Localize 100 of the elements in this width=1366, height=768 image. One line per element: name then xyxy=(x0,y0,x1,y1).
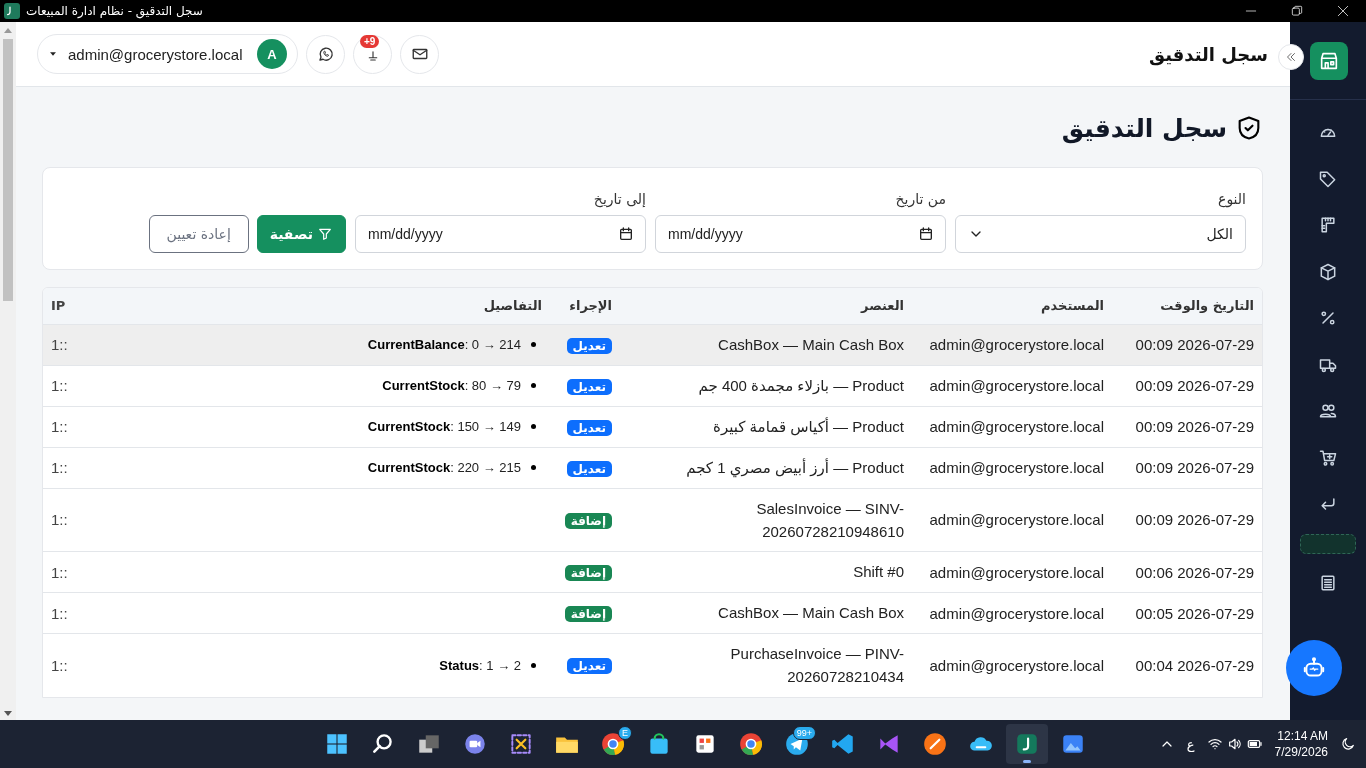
page-title: سجل التدقيق xyxy=(1148,43,1268,65)
table-cell: 1:: xyxy=(51,459,68,476)
action-badge: إضافة xyxy=(564,606,612,622)
video-chat-icon xyxy=(462,731,488,757)
chat-bubble-icon xyxy=(316,45,335,63)
mail-button[interactable] xyxy=(400,34,439,74)
action-badge: تعديل xyxy=(566,419,612,436)
clock-time[interactable]: 12:14 AM xyxy=(1277,728,1328,744)
windows-logo-icon xyxy=(324,731,350,757)
table-cell: 1:: xyxy=(51,563,68,581)
user-menu[interactable]: admin@grocerystore.local A xyxy=(37,34,298,74)
bullet-dot xyxy=(531,342,536,347)
bullet-dot xyxy=(531,424,536,429)
app-icon xyxy=(4,3,20,19)
table-cell: admin@grocerystore.local xyxy=(929,604,1104,622)
table-cell: 00:09 2026-07-29 xyxy=(1135,418,1254,435)
language-indicator[interactable]: ع xyxy=(1186,736,1195,752)
date-field[interactable]: mm/dd/yyyy xyxy=(355,215,646,253)
table-cell: admin@grocerystore.local xyxy=(929,656,1104,674)
action-badge: إضافة xyxy=(564,512,612,529)
table-cell: admin@grocerystore.local xyxy=(929,377,1104,394)
column-header[interactable]: IP xyxy=(43,288,103,324)
bullet-dot xyxy=(531,465,536,470)
change-detail: CurrentStock: 220 → 215 xyxy=(367,460,521,475)
active-indicator xyxy=(1023,760,1031,763)
table-cell: CashBox — Main Cash Box xyxy=(718,335,904,353)
double-chevron-icon xyxy=(1284,50,1298,64)
whatsapp-button[interactable] xyxy=(306,34,345,74)
table-cell: 1:: xyxy=(51,511,68,529)
table-cell: 00:06 2026-07-29 xyxy=(1135,563,1254,581)
change-detail: CurrentStock: 80 → 79 xyxy=(382,378,521,393)
restore-icon[interactable] xyxy=(1290,4,1304,18)
table-cell: admin@grocerystore.local xyxy=(929,459,1104,476)
clock-date[interactable]: 7/29/2026 xyxy=(1274,744,1328,760)
table-cell: Product — أرز أبيض مصري 1 كجم xyxy=(686,458,904,476)
table-cell: 00:05 2026-07-29 xyxy=(1135,604,1254,622)
filter-button[interactable]: تصفية xyxy=(256,215,346,253)
action-badge: إضافة xyxy=(564,565,612,581)
code-editor-icon xyxy=(830,731,856,757)
store-logo-icon[interactable] xyxy=(1310,41,1348,80)
table-cell: admin@grocerystore.local xyxy=(929,511,1104,529)
table-cell: 1:: xyxy=(51,656,68,674)
change-detail: CurrentStock: 150 → 149 xyxy=(367,419,521,434)
avatar: A xyxy=(257,39,287,69)
column-header[interactable]: العنصر xyxy=(620,288,912,324)
bullet-dot xyxy=(531,662,536,668)
action-badge: تعديل xyxy=(566,337,612,354)
table-cell: Product — أكياس قمامة كبيرة xyxy=(713,417,904,435)
browser-icon xyxy=(738,731,764,757)
reset-button[interactable]: إعادة تعيين xyxy=(148,215,249,253)
wifi-icon[interactable] xyxy=(1206,736,1223,752)
table-cell: SalesInvoice — SINV-20260728210948610 xyxy=(756,499,904,540)
table-cell: CashBox — Main Cash Box xyxy=(718,604,904,622)
field-label: النوع xyxy=(1217,191,1246,207)
field-label: إلى تاريخ xyxy=(592,191,646,207)
table-cell: 1:: xyxy=(51,377,68,394)
type-select[interactable]: الكل xyxy=(955,215,1246,253)
change-detail: Status: 1 → 2 xyxy=(439,657,521,673)
table-cell: 00:04 2026-07-29 xyxy=(1135,656,1254,674)
assistant-button[interactable] xyxy=(1286,640,1342,696)
taskbar-button[interactable] xyxy=(1006,724,1048,764)
column-header[interactable]: الإجراء xyxy=(550,288,620,324)
calendar-icon[interactable] xyxy=(618,226,634,242)
snipping-icon xyxy=(508,731,534,757)
taskbar-badge: E xyxy=(618,726,632,740)
notification-badge: +9 xyxy=(360,34,380,48)
table-cell: Product — بازلاء مجمدة 400 جم xyxy=(698,376,904,394)
table-cell: 00:09 2026-07-29 xyxy=(1135,377,1254,394)
sidebar-item[interactable] xyxy=(1300,533,1356,554)
table-cell: PurchaseInvoice — PINV-20260728210434 xyxy=(730,645,904,686)
table-cell: 1:: xyxy=(51,418,68,435)
column-header[interactable]: المستخدم xyxy=(912,288,1112,324)
action-badge: تعديل xyxy=(566,658,612,675)
change-detail: CurrentBalance: 0 → 214 xyxy=(367,337,521,352)
scrollbar[interactable] xyxy=(0,22,16,720)
window-title: سجل التدقيق - نظام ادارة المبيعات xyxy=(26,4,203,18)
table-cell: admin@grocerystore.local xyxy=(929,336,1104,353)
filter-icon xyxy=(317,226,333,242)
moon-icon[interactable] xyxy=(1340,736,1356,752)
calendar-icon[interactable] xyxy=(918,226,934,242)
table-cell: 00:09 2026-07-29 xyxy=(1135,459,1254,476)
action-badge: تعديل xyxy=(566,378,612,395)
action-badge: تعديل xyxy=(566,460,612,477)
field-label: من تاريخ xyxy=(894,191,946,207)
date-field[interactable]: mm/dd/yyyy xyxy=(655,215,946,253)
user-email: admin@grocerystore.local xyxy=(68,45,243,63)
bullet-dot xyxy=(531,383,536,388)
page-heading: سجل التدقيق xyxy=(1061,113,1227,143)
table-cell: Shift #0 xyxy=(853,563,904,581)
column-header[interactable]: التفاصيل xyxy=(103,288,550,324)
table-cell: admin@grocerystore.local xyxy=(929,418,1104,435)
browser-icon xyxy=(600,731,626,757)
table-cell: 00:09 2026-07-29 xyxy=(1135,336,1254,353)
table-cell: 1:: xyxy=(51,336,68,353)
volume-icon[interactable] xyxy=(1226,736,1243,752)
column-header[interactable]: التاريخ والوقت xyxy=(1112,288,1262,324)
taskbar-badge: 99+ xyxy=(792,726,816,740)
box-icon[interactable] xyxy=(1318,261,1338,282)
notifications-button[interactable]: +9 xyxy=(353,34,392,74)
close-icon[interactable] xyxy=(1336,4,1350,18)
